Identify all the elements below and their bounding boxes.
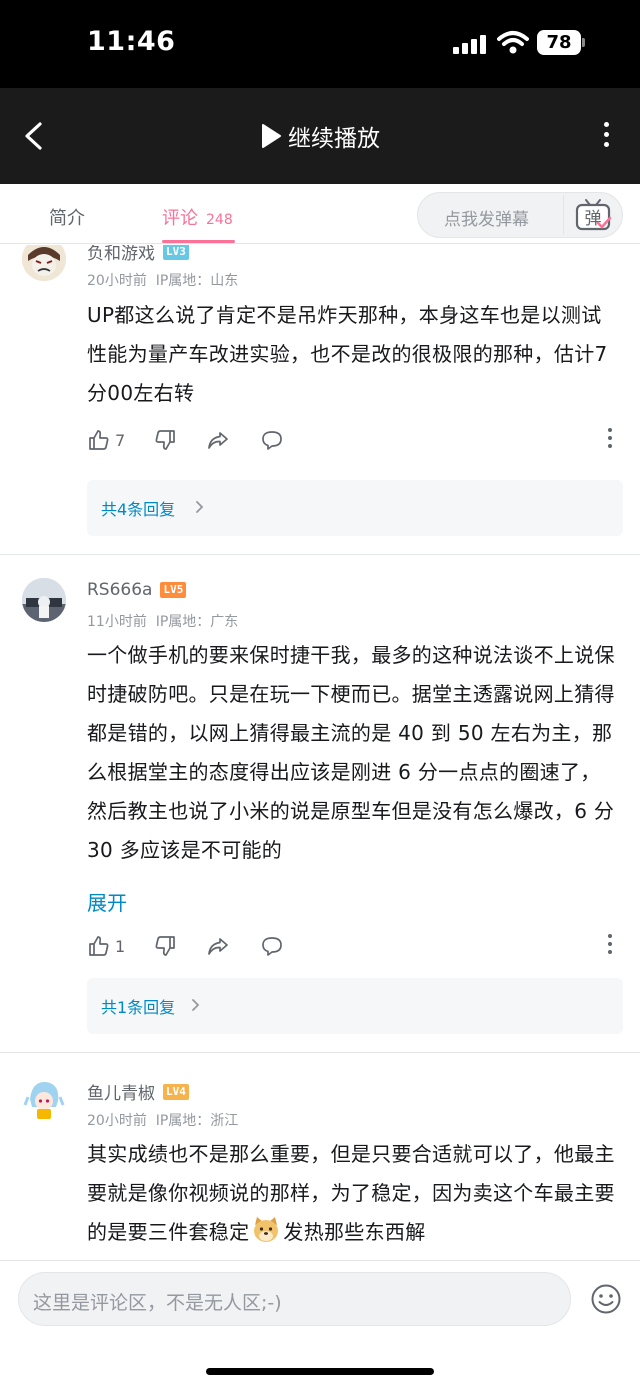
username[interactable]: 负和游戏: [87, 245, 155, 264]
cellular-signal-icon: [453, 34, 487, 54]
tab-intro[interactable]: 简介: [49, 204, 85, 230]
ip-location: IP属地：广东: [155, 614, 239, 630]
comment-more-icon[interactable]: [607, 428, 613, 452]
username[interactable]: 鱼儿青椒: [87, 1079, 155, 1104]
active-tab-indicator: [162, 240, 235, 243]
comment-input-placeholder: 这里是评论区，不是无人区;-): [33, 1292, 282, 1314]
danmaku-separator: [563, 195, 564, 235]
chevron-right-icon: [196, 501, 204, 513]
dislike-button[interactable]: [153, 931, 177, 961]
view-replies-button[interactable]: 共4条回复: [87, 480, 623, 536]
username[interactable]: RS666a: [87, 580, 152, 600]
comment-meta: 20小时前 IP属地：浙江: [87, 1110, 238, 1130]
thumbs-down-icon: [155, 936, 175, 956]
comment-actions: 1: [87, 931, 617, 961]
comment-actions: 7: [87, 425, 617, 455]
comment-input[interactable]: 这里是评论区，不是无人区;-): [18, 1272, 571, 1326]
danmaku-placeholder: 点我发弹幕: [444, 210, 529, 230]
play-icon: [262, 124, 281, 148]
thumbs-up-icon: [89, 430, 109, 450]
continue-playing-button[interactable]: 继续播放: [260, 118, 380, 154]
home-indicator: [206, 1368, 434, 1375]
level-badge: LV5: [160, 582, 187, 598]
like-button[interactable]: 7: [87, 425, 125, 455]
thumbs-down-icon: [155, 430, 175, 450]
like-count: 1: [115, 936, 126, 956]
share-icon: [208, 432, 228, 449]
battery-indicator: 78: [537, 30, 581, 55]
danmaku-toggle-icon[interactable]: 弹: [574, 197, 612, 233]
comments-count: 248: [206, 212, 233, 228]
comment-text[interactable]: 其实成绩也不是那么重要，但是只要合适就可以了，他最主要就是像你视频说的那样，为了…: [87, 1135, 617, 1252]
emoji-icon[interactable]: [590, 1283, 622, 1315]
chevron-right-icon: [192, 999, 200, 1011]
comment-bubble-icon: [262, 937, 282, 956]
level-badge: LV4: [163, 1083, 189, 1100]
doge-emoji-icon: [254, 1217, 279, 1242]
comment-bubble-icon: [262, 431, 282, 450]
comment-divider: [0, 554, 640, 555]
danmaku-icon-glyph: 弹: [585, 209, 602, 229]
tab-bar: 简介 评论 248 点我发弹幕 弹: [0, 184, 640, 244]
reply-button[interactable]: [260, 931, 284, 961]
share-button[interactable]: [206, 425, 230, 455]
share-icon: [208, 938, 228, 955]
comment-text[interactable]: UP都这么说了肯定不是吊炸天那种，本身这车也是以测试性能为量产车改进实验，也不是…: [87, 296, 617, 413]
tab-comments[interactable]: 评论 248: [162, 204, 233, 230]
comment-divider: [0, 1052, 640, 1053]
comment-header: 负和游戏 LV3: [87, 245, 189, 264]
comments-feed[interactable]: 负和游戏 LV3 20小时前 IP属地：山东 UP都这么说了肯定不是吊炸天那种，…: [0, 245, 640, 1260]
comment-item: 鱼儿青椒 LV4 20小时前 IP属地：浙江 其实成绩也不是那么重要，但是只要合…: [0, 1077, 640, 1260]
reply-button[interactable]: [260, 425, 284, 455]
avatar[interactable]: [22, 1077, 66, 1121]
comment-time: 20小时前: [87, 1113, 147, 1129]
send-danmaku-button[interactable]: 点我发弹幕 弹: [417, 192, 623, 238]
comment-meta: 20小时前 IP属地：山东: [87, 270, 238, 290]
comment-time: 11小时前: [87, 614, 147, 630]
more-options-icon[interactable]: [600, 122, 612, 152]
status-time: 11:46: [87, 26, 176, 57]
back-arrow-icon[interactable]: [20, 121, 48, 151]
level-badge: LV3: [163, 245, 189, 260]
battery-tip: [582, 38, 585, 47]
like-button[interactable]: 1: [87, 931, 125, 961]
avatar[interactable]: [22, 245, 66, 281]
comment-text-part: 发热那些东西解: [283, 1220, 426, 1244]
comment-header: RS666a LV5: [87, 580, 187, 600]
comment-text[interactable]: 一个做手机的要来保时捷干我，最多的这种说法谈不上说保时捷破防吧。只是在玩一下梗而…: [87, 636, 617, 870]
dislike-button[interactable]: [153, 425, 177, 455]
comment-more-icon[interactable]: [607, 934, 613, 958]
ip-location: IP属地：山东: [155, 273, 239, 289]
view-replies-button[interactable]: 共1条回复: [87, 978, 623, 1034]
ip-location: IP属地：浙江: [155, 1113, 239, 1129]
comment-time: 20小时前: [87, 273, 147, 289]
comment-item: 负和游戏 LV3 20小时前 IP属地：山东 UP都这么说了肯定不是吊炸天那种，…: [0, 245, 640, 555]
video-navbar: 继续播放: [0, 88, 640, 184]
wifi-icon: [497, 31, 529, 54]
comment-input-bar: 这里是评论区，不是无人区;-): [0, 1260, 640, 1387]
comment-meta: 11小时前 IP属地：广东: [87, 611, 238, 631]
status-bar: 11:46 78: [0, 0, 640, 88]
thumbs-up-icon: [89, 936, 109, 956]
like-count: 7: [115, 430, 126, 450]
share-button[interactable]: [206, 931, 230, 961]
avatar[interactable]: [22, 578, 66, 622]
continue-playing-label: 继续播放: [288, 126, 380, 152]
replies-label: 共1条回复: [101, 998, 176, 1017]
expand-button[interactable]: 展开: [87, 887, 127, 916]
comment-header: 鱼儿青椒 LV4: [87, 1079, 189, 1104]
tab-comments-label: 评论: [162, 208, 198, 229]
replies-label: 共4条回复: [101, 500, 176, 519]
